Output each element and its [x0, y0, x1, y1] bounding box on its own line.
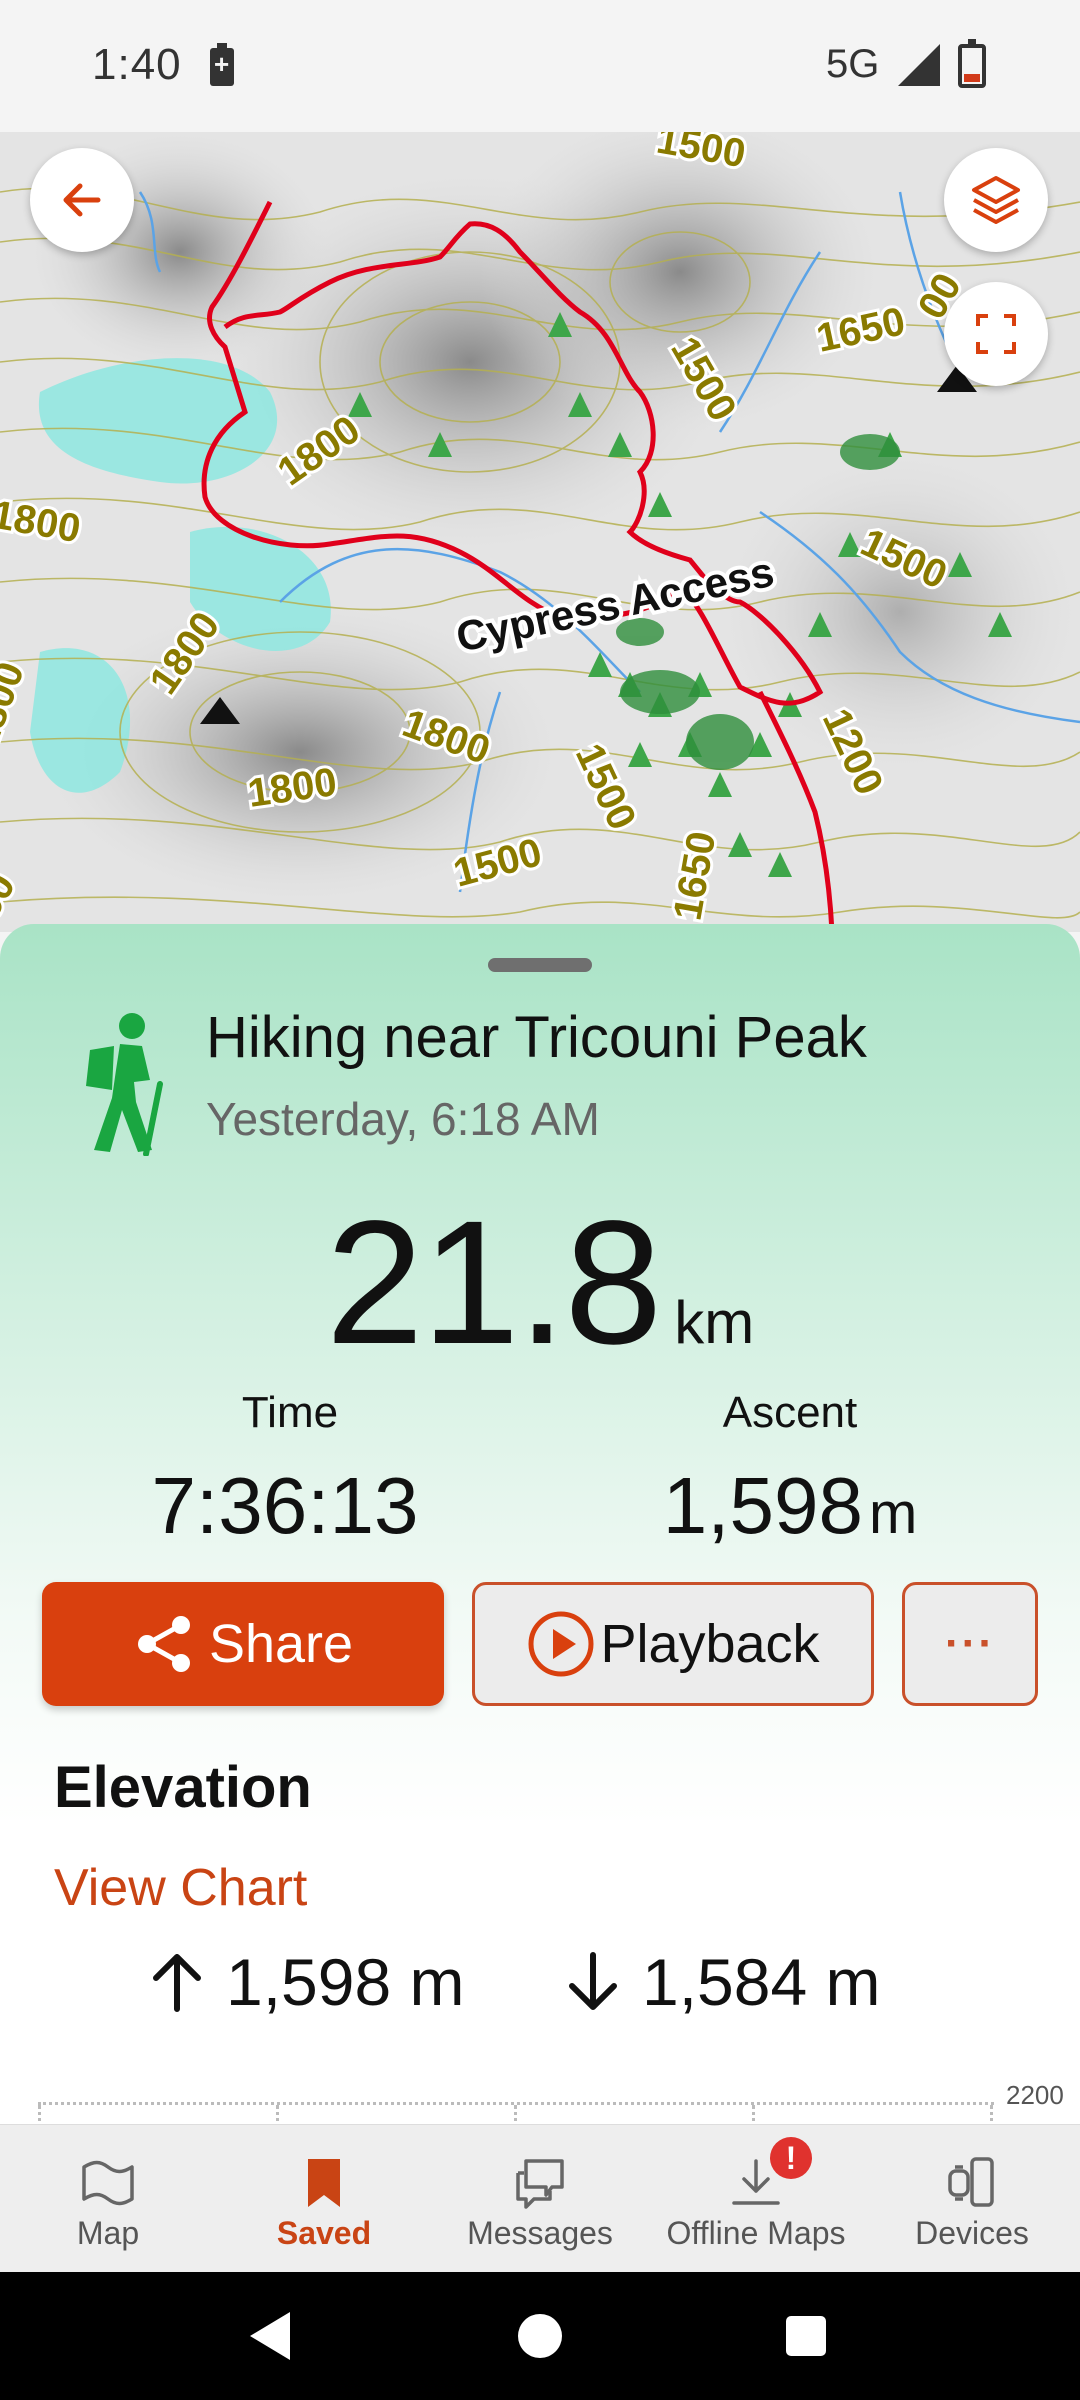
- bookmark-icon: [308, 2159, 340, 2207]
- nav-messages-label: Messages: [467, 2215, 613, 2251]
- ascent-readout: 1,598 m: [560, 1460, 1020, 1552]
- status-bar: 1:40 5G: [0, 0, 1080, 132]
- chart-max-label: 2200: [1006, 2080, 1064, 2110]
- more-icon: ···: [945, 1619, 995, 1668]
- messages-icon: [516, 2159, 564, 2209]
- arrow-left-icon: [63, 183, 101, 217]
- battery-icon: [958, 39, 986, 88]
- nav-devices-label: Devices: [915, 2215, 1029, 2251]
- ascent-value: 1,598: [662, 1461, 863, 1550]
- fullscreen-button[interactable]: [944, 282, 1048, 386]
- recents-nav-icon[interactable]: [786, 2316, 826, 2356]
- activity-title: Hiking near Tricouni Peak: [206, 1005, 867, 1070]
- system-navigation-bar: [0, 2272, 1080, 2400]
- nav-offline-maps[interactable]: ! Offline Maps: [648, 2125, 864, 2273]
- layers-icon: [972, 176, 1020, 224]
- elevation-loss-value: 1,584 m: [642, 1945, 881, 2019]
- topo-map: 1500 1500 1650 1500 1800 1800 1800 1500 …: [0, 132, 1080, 932]
- hiking-icon: [86, 1013, 163, 1156]
- distance-readout: 21.8 km: [0, 1182, 1080, 1384]
- map-view[interactable]: 1500 1500 1650 1500 1800 1800 1800 1500 …: [0, 132, 1080, 932]
- play-circle-icon: [528, 1611, 594, 1677]
- nav-saved[interactable]: Saved: [216, 2125, 432, 2273]
- activity-detail-sheet: Hiking near Tricouni Peak Yesterday, 6:1…: [0, 924, 1080, 2135]
- back-button[interactable]: [30, 148, 134, 252]
- fullscreen-icon: [976, 314, 1016, 354]
- view-chart-link[interactable]: View Chart: [54, 1858, 307, 1918]
- alert-badge: !: [770, 2137, 812, 2179]
- arrow-down-icon: [569, 1952, 617, 2010]
- status-time: 1:40: [92, 40, 182, 89]
- elevation-heading: Elevation: [54, 1755, 312, 1820]
- ascent-label: Ascent: [722, 1388, 858, 1437]
- elevation-gain: 1,598 m: [148, 1944, 464, 2020]
- nav-devices[interactable]: Devices: [864, 2125, 1080, 2273]
- nav-map-label: Map: [76, 2215, 140, 2251]
- elevation-loss: 1,584 m: [564, 1944, 880, 2020]
- distance-unit: km: [674, 1289, 755, 1356]
- playback-button[interactable]: Playback: [472, 1582, 874, 1706]
- map-icon: [82, 2160, 134, 2206]
- network-type: 5G: [826, 42, 880, 86]
- time-label: Time: [241, 1388, 339, 1437]
- sheet-drag-handle[interactable]: [488, 958, 592, 972]
- elevation-gain-value: 1,598 m: [226, 1945, 465, 2019]
- ascent-unit: m: [868, 1481, 918, 1546]
- back-nav-icon[interactable]: [250, 2312, 290, 2360]
- share-icon: [137, 1616, 190, 1672]
- nav-messages[interactable]: Messages: [432, 2125, 648, 2273]
- system-nav-icons: [250, 2312, 826, 2360]
- distance-value: 21.8: [325, 1185, 663, 1381]
- playback-label: Playback: [600, 1614, 820, 1674]
- share-button[interactable]: Share: [42, 1582, 444, 1706]
- devices-icon: [948, 2157, 994, 2207]
- arrow-up-icon: [153, 1954, 201, 2012]
- map-layers-button[interactable]: [944, 148, 1048, 252]
- nav-saved-label: Saved: [276, 2215, 372, 2251]
- time-value: 7:36:13: [151, 1461, 419, 1550]
- more-options-button[interactable]: ···: [902, 1582, 1038, 1706]
- nav-map[interactable]: Map: [0, 2125, 216, 2273]
- bottom-navigation: Map Saved Messages ! Offline Maps Device…: [0, 2124, 1080, 2272]
- activity-date: Yesterday, 6:18 AM: [206, 1093, 600, 1145]
- battery-saver-icon: [210, 43, 234, 86]
- share-label: Share: [208, 1614, 354, 1674]
- signal-icon: [898, 44, 940, 86]
- home-nav-icon[interactable]: [518, 2314, 562, 2358]
- nav-offline-maps-label: Offline Maps: [666, 2215, 846, 2251]
